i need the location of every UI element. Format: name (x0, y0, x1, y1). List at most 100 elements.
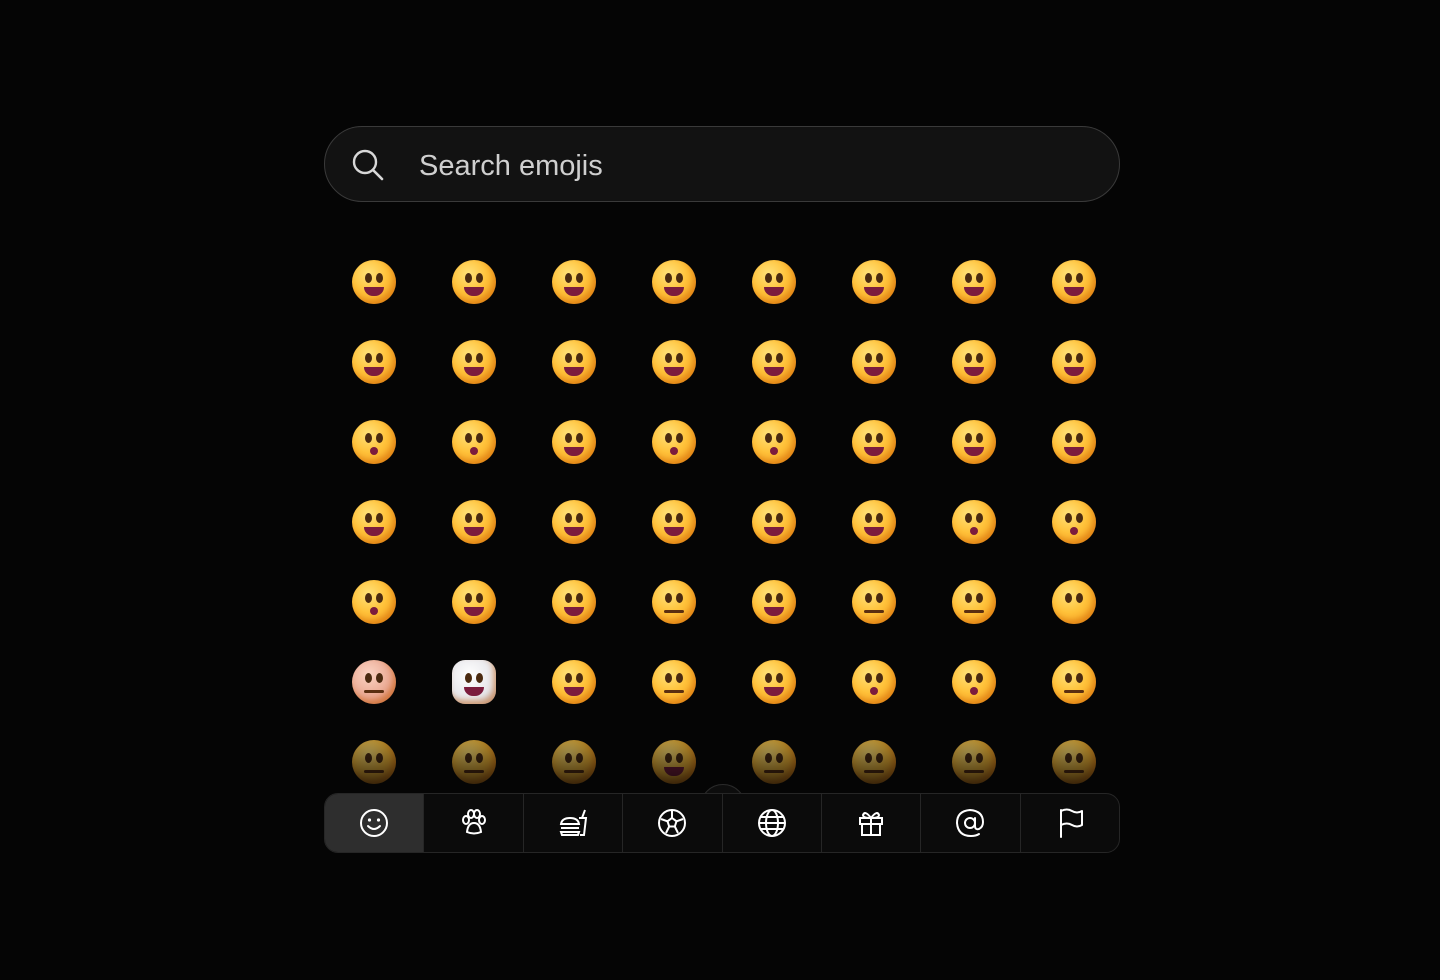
tab-objects[interactable] (822, 794, 922, 852)
saluting-face-icon (552, 580, 596, 624)
emoji-face-with-rolling-eyes[interactable] (724, 642, 824, 722)
face-with-hand-over-mouth-icon (852, 500, 896, 544)
emoji-thinking-face[interactable] (424, 562, 524, 642)
emoji-sleeping-face-2[interactable] (824, 722, 924, 802)
emoji-face-savoring-food[interactable] (924, 402, 1024, 482)
emoji-shaking-face[interactable] (1024, 642, 1120, 722)
smiling-face-with-hearts-icon (952, 340, 996, 384)
emoji-relieved-face[interactable] (324, 722, 424, 802)
face-with-medical-mask-icon (952, 740, 996, 784)
emoji-shushing-face[interactable] (324, 562, 424, 642)
emoji-face-with-thermometer[interactable] (1024, 722, 1120, 802)
tab-flags[interactable] (1021, 794, 1119, 852)
emoji-grimacing-face[interactable] (824, 642, 924, 722)
emoji-smiling-face-with-tear[interactable] (824, 402, 924, 482)
emoji-zany-face[interactable] (424, 482, 524, 562)
grinning-squinting-face-icon (752, 260, 796, 304)
emoji-smiling-face[interactable] (524, 402, 624, 482)
emoji-neutral-face[interactable] (824, 562, 924, 642)
emoji-face-without-mouth[interactable] (1024, 562, 1120, 642)
beaming-face-icon (652, 260, 696, 304)
emoji-face-in-clouds[interactable] (424, 642, 524, 722)
emoji-kissing-face[interactable] (424, 402, 524, 482)
emoji-unamused-face[interactable] (624, 642, 724, 722)
squinting-face-with-tongue-icon (552, 500, 596, 544)
winking-face-icon (652, 340, 696, 384)
grinning-face-with-smiling-eyes-icon (552, 260, 596, 304)
emoji-kissing-face-with-closed-eyes[interactable] (624, 402, 724, 482)
drooling-face-icon (652, 740, 696, 784)
smirking-face-icon (552, 660, 596, 704)
emoji-face-with-raised-eyebrow[interactable] (724, 562, 824, 642)
emoji-winking-face-with-tongue[interactable] (324, 482, 424, 562)
emoji-beaming-face[interactable] (624, 242, 724, 322)
tab-animals[interactable] (424, 794, 524, 852)
emoji-smirking-face[interactable] (524, 642, 624, 722)
emoji-face-exhaling[interactable] (924, 642, 1024, 722)
pensive-face-icon (452, 740, 496, 784)
emoji-rolling-on-the-floor-laughing[interactable] (924, 242, 1024, 322)
emoji-grinning-squinting-face[interactable] (724, 242, 824, 322)
sleepy-face-icon (552, 740, 596, 784)
face-with-peeking-eye-icon (1052, 500, 1096, 544)
emoji-kissing-face-with-smiling-eyes[interactable] (724, 402, 824, 482)
shaking-face-icon (1052, 660, 1096, 704)
face-in-clouds-icon (452, 660, 496, 704)
emoji-winking-face[interactable] (624, 322, 724, 402)
smiling-face-icon (552, 420, 596, 464)
upside-down-face-icon (452, 340, 496, 384)
emoji-face-with-open-eyes-and-hand-over-mouth[interactable] (924, 482, 1024, 562)
soccer-ball-icon (658, 809, 687, 837)
search-icon (352, 149, 384, 181)
smiling-face-with-open-hands-icon (752, 500, 796, 544)
emoji-grinning-face-with-sweat[interactable] (824, 242, 924, 322)
smiling-face-with-halo-icon (852, 340, 896, 384)
shushing-face-icon (352, 580, 396, 624)
emoji-face-with-peeking-eye[interactable] (1024, 482, 1120, 562)
emoji-grinning-face-with-big-eyes[interactable] (324, 242, 424, 322)
tab-activities[interactable] (623, 794, 723, 852)
emoji-smiling-face-with-hearts[interactable] (924, 322, 1024, 402)
emoji-smiling-face-with-heart-eyes[interactable] (1024, 322, 1120, 402)
emoji-money-mouth-face[interactable] (624, 482, 724, 562)
thinking-face-icon (452, 580, 496, 624)
emoji-face-with-medical-mask[interactable] (924, 722, 1024, 802)
emoji-smiling-face-with-open-hands[interactable] (724, 482, 824, 562)
tab-travel[interactable] (723, 794, 822, 852)
emoji-smiling-face-with-smiling-eyes[interactable] (724, 322, 824, 402)
emoji-grid-container[interactable] (324, 242, 1120, 842)
zany-face-icon (452, 500, 496, 544)
search-bar[interactable] (324, 126, 1120, 202)
money-mouth-face-icon (652, 500, 696, 544)
emoji-squinting-face-with-tongue[interactable] (524, 482, 624, 562)
sleeping-face-2-icon (852, 740, 896, 784)
rolling-on-the-floor-laughing-icon (952, 260, 996, 304)
emoji-zipper-mouth-face[interactable] (624, 562, 724, 642)
emoji-upside-down-face[interactable] (424, 322, 524, 402)
tab-symbols[interactable] (921, 794, 1021, 852)
search-input[interactable] (417, 145, 1081, 187)
neutral-face-icon (852, 580, 896, 624)
emoji-pensive-face[interactable] (424, 722, 524, 802)
paw-icon (461, 809, 486, 835)
emoji-face-with-tears-of-joy[interactable] (1024, 242, 1120, 322)
face-blowing-a-kiss-icon (352, 420, 396, 464)
emoji-sleepy-face[interactable] (524, 722, 624, 802)
smiling-face-with-heart-eyes-icon (1052, 340, 1096, 384)
emoji-dotted-line-face[interactable] (324, 642, 424, 722)
emoji-face-blowing-a-kiss[interactable] (324, 402, 424, 482)
food-icon (559, 809, 588, 836)
flag-icon (1059, 808, 1083, 838)
tab-food[interactable] (524, 794, 624, 852)
emoji-melting-face[interactable] (524, 322, 624, 402)
emoji-grinning-face-with-smiling-eyes[interactable] (524, 242, 624, 322)
emoji-smiling-face-with-halo[interactable] (824, 322, 924, 402)
emoji-grinning-face[interactable] (424, 242, 524, 322)
emoji-face-with-tongue[interactable] (1024, 402, 1120, 482)
emoji-slightly-smiling-face[interactable] (324, 322, 424, 402)
emoji-expressionless-face[interactable] (924, 562, 1024, 642)
tab-smileys[interactable] (325, 794, 425, 852)
face-savoring-food-icon (952, 420, 996, 464)
emoji-saluting-face[interactable] (524, 562, 624, 642)
emoji-face-with-hand-over-mouth[interactable] (824, 482, 924, 562)
